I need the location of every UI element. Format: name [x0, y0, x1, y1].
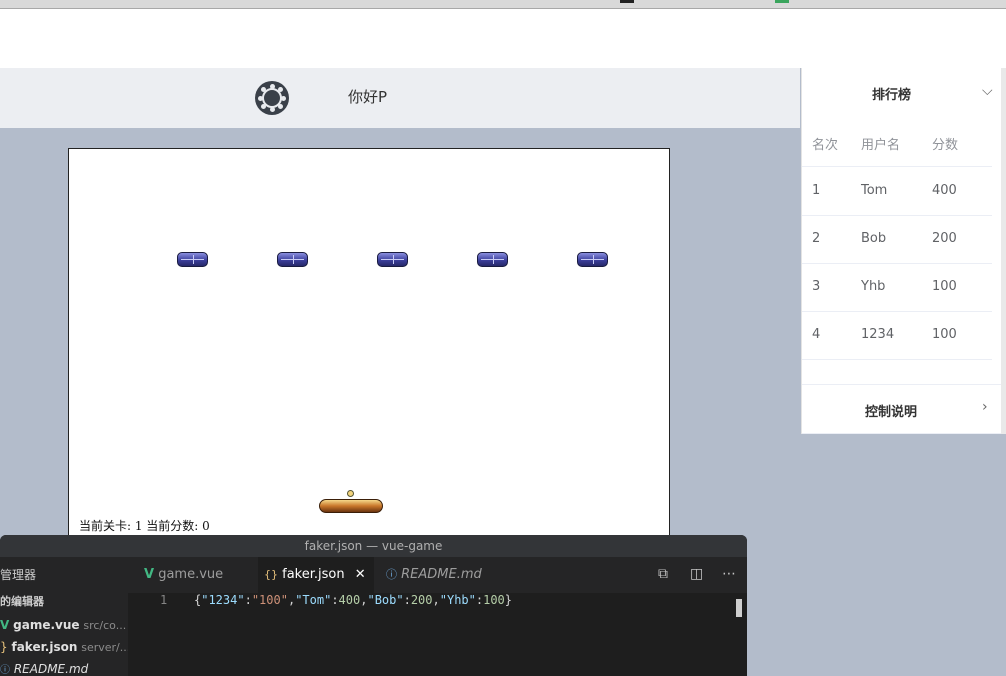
- app-header: [0, 68, 800, 128]
- code-token: 200: [410, 593, 433, 607]
- code-token: ,: [432, 593, 440, 607]
- cell-username: Bob: [861, 231, 887, 246]
- controls-title: 控制说明: [865, 405, 918, 420]
- tab-game-vue[interactable]: V game.vue: [128, 557, 258, 593]
- vue-file-icon: V: [0, 618, 10, 632]
- chevron-down-icon: ⌵: [982, 83, 993, 99]
- explorer-sidebar: 管理器 的编辑器 V game.vue src/co... } faker.js…: [0, 557, 130, 676]
- code-token: :: [331, 593, 339, 607]
- info-file-icon: ⓘ: [0, 665, 10, 676]
- right-panel: 排行榜 ⌵ 名次 用户名 分数 1 Tom 400 2 Bob 200 3 Yh…: [801, 68, 1002, 434]
- cell-score: 100: [932, 279, 957, 294]
- open-file-faker-json[interactable]: } faker.json server/...: [0, 636, 130, 658]
- code-token: 400: [338, 593, 361, 607]
- info-file-icon: ⓘ: [386, 568, 397, 581]
- cell-rank: 3: [812, 279, 821, 294]
- line-number: 1: [160, 593, 168, 607]
- table-row: 4 1234 100: [802, 311, 992, 360]
- open-file-readme[interactable]: ⓘ README.md: [0, 658, 88, 676]
- code-token: "Yhb": [439, 593, 476, 607]
- code-editor-window: faker.json — vue-game 管理器 的编辑器 V game.vu…: [0, 535, 747, 676]
- page-top-bar: [0, 9, 1006, 68]
- code-token: "Bob": [367, 593, 404, 607]
- close-icon[interactable]: ✕: [355, 567, 366, 582]
- paddle[interactable]: [319, 499, 383, 513]
- editor-tab-bar: V game.vue {} faker.json ✕ ⓘ README.md ⧉…: [128, 557, 747, 593]
- code-area[interactable]: 1 {"1234":"100","Tom":400,"Bob":200,"Yhb…: [128, 593, 747, 676]
- cell-rank: 2: [812, 231, 821, 246]
- code-line: {"1234":"100","Tom":400,"Bob":200,"Yhb":…: [194, 593, 512, 607]
- right-scrollbar[interactable]: [1001, 68, 1006, 434]
- game-canvas[interactable]: 当前关卡: 1 当前分数: 0: [68, 148, 670, 540]
- code-token: :: [403, 593, 411, 607]
- file-path: server/...: [81, 641, 131, 654]
- logo-icon[interactable]: [255, 81, 289, 115]
- cell-rank: 1: [812, 183, 821, 198]
- file-name: game.vue: [13, 618, 80, 632]
- browser-top-strip: [0, 0, 1006, 9]
- vue-file-icon: V: [144, 567, 155, 582]
- cell-score: 400: [932, 183, 957, 198]
- tab-label: game.vue: [158, 567, 224, 582]
- tab-favicon: [775, 0, 789, 3]
- column-header-username: 用户名: [861, 138, 901, 153]
- cell-username: 1234: [861, 327, 895, 342]
- column-header-rank: 名次: [812, 138, 839, 153]
- minimap-slider[interactable]: [736, 599, 742, 617]
- code-token: "1234": [201, 593, 245, 607]
- tab-faker-json[interactable]: {} faker.json ✕: [258, 557, 374, 593]
- file-name: faker.json: [11, 640, 78, 654]
- column-header-score: 分数: [932, 138, 959, 153]
- code-token: :: [244, 593, 252, 607]
- brick: [577, 252, 608, 267]
- brick: [177, 252, 208, 267]
- leaderboard-header[interactable]: 排行榜 ⌵: [802, 68, 1002, 118]
- leaderboard-title: 排行榜: [872, 88, 912, 103]
- brick: [377, 252, 408, 267]
- open-changes-icon[interactable]: ⧉: [658, 566, 668, 582]
- table-header: 名次 用户名 分数: [802, 118, 992, 167]
- chevron-right-icon: ›: [982, 399, 988, 415]
- brick: [277, 252, 308, 267]
- split-editor-icon[interactable]: ◫: [690, 566, 703, 582]
- cell-username: Tom: [861, 183, 888, 198]
- controls-header[interactable]: 控制说明 ›: [802, 384, 1002, 434]
- tab-readme[interactable]: ⓘ README.md: [374, 557, 510, 593]
- tab-favicon: [620, 0, 634, 3]
- brick: [477, 252, 508, 267]
- table-row: 3 Yhb 100: [802, 263, 992, 312]
- code-token: "100": [251, 593, 288, 607]
- ball: [347, 490, 354, 497]
- cell-score: 200: [932, 231, 957, 246]
- json-file-icon: {}: [264, 568, 278, 581]
- open-editors-section[interactable]: 的编辑器: [0, 591, 44, 613]
- tab-label: README.md: [401, 567, 482, 582]
- table-row: 1 Tom 400: [802, 167, 992, 216]
- cell-score: 100: [932, 327, 957, 342]
- cell-rank: 4: [812, 327, 821, 342]
- explorer-header: 管理器: [0, 568, 37, 582]
- file-path: src/co...: [83, 619, 127, 632]
- tab-label: faker.json: [282, 567, 345, 582]
- cell-username: Yhb: [861, 279, 886, 294]
- game-status: 当前关卡: 1 当前分数: 0: [79, 519, 210, 533]
- code-token: }: [504, 593, 513, 607]
- json-file-icon: }: [0, 640, 8, 654]
- user-greeting: 你好P: [348, 88, 388, 106]
- editor-window-title: faker.json — vue-game: [0, 535, 747, 557]
- code-token: "Tom": [295, 593, 332, 607]
- code-token: 100: [483, 593, 505, 607]
- file-name: README.md: [13, 662, 89, 676]
- table-row: 2 Bob 200: [802, 215, 992, 264]
- more-actions-icon[interactable]: ⋯: [722, 566, 736, 582]
- open-file-game-vue[interactable]: V game.vue src/co...: [0, 614, 126, 636]
